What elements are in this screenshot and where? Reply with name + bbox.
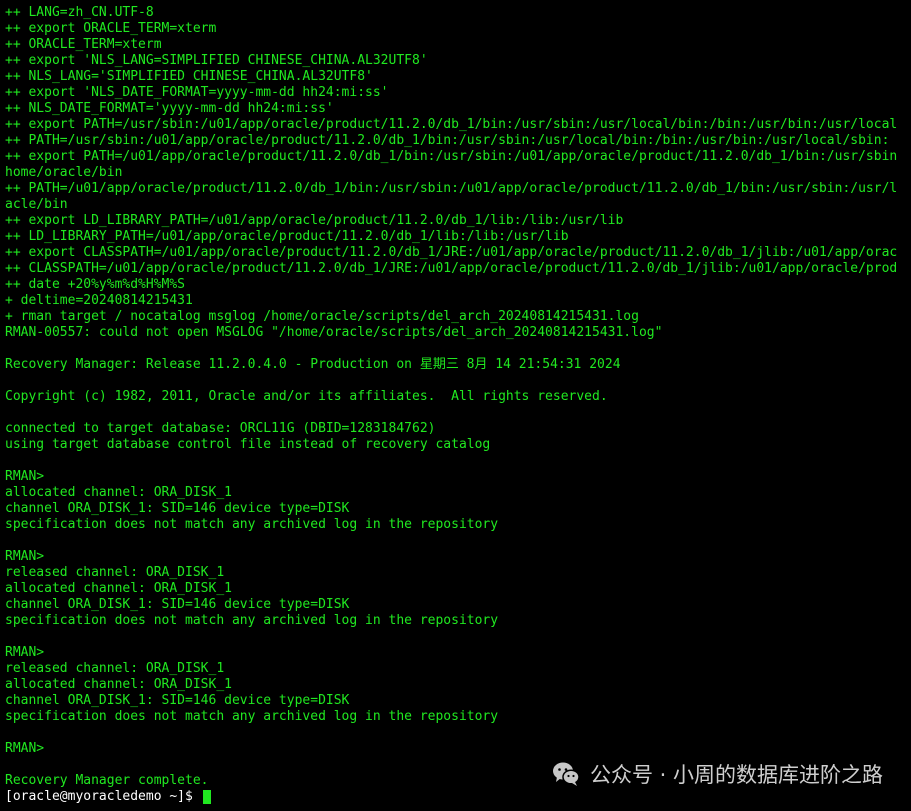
terminal-line: specification does not match any archive…	[5, 613, 499, 628]
terminal-line: allocated channel: ORA_DISK_1	[5, 677, 232, 692]
terminal-line: specification does not match any archive…	[5, 709, 499, 724]
terminal-line: home/oracle/bin	[5, 165, 123, 180]
terminal-line: released channel: ORA_DISK_1	[5, 661, 225, 676]
terminal-line: using target database control file inste…	[5, 437, 491, 452]
shell-prompt-line[interactable]: [oracle@myoracledemo ~]$	[5, 789, 911, 805]
terminal-line: ++ NLS_DATE_FORMAT='yyyy-mm-dd hh24:mi:s…	[5, 101, 334, 116]
terminal-window[interactable]: ++ LANG=zh_CN.UTF-8 ++ export ORACLE_TER…	[0, 0, 911, 811]
terminal-line: ++ CLASSPATH=/u01/app/oracle/product/11.…	[5, 261, 898, 276]
terminal-line: ++ export PATH=/u01/app/oracle/product/1…	[5, 149, 898, 164]
terminal-line: Copyright (c) 1982, 2011, Oracle and/or …	[5, 389, 608, 404]
terminal-line: allocated channel: ORA_DISK_1	[5, 581, 232, 596]
terminal-line: ++ LANG=zh_CN.UTF-8	[5, 5, 154, 20]
terminal-output: ++ LANG=zh_CN.UTF-8 ++ export ORACLE_TER…	[5, 5, 911, 805]
terminal-line: ++ date +20%y%m%d%H%M%S	[5, 277, 186, 292]
shell-prompt: [oracle@myoracledemo ~]$	[5, 789, 201, 804]
terminal-line: connected to target database: ORCL11G (D…	[5, 421, 436, 436]
terminal-line: ++ export PATH=/usr/sbin:/u01/app/oracle…	[5, 117, 898, 132]
terminal-line: ++ PATH=/u01/app/oracle/product/11.2.0/d…	[5, 181, 898, 196]
terminal-line: ++ export 'NLS_LANG=SIMPLIFIED CHINESE_C…	[5, 53, 428, 68]
terminal-line: channel ORA_DISK_1: SID=146 device type=…	[5, 501, 350, 516]
terminal-line: acle/bin	[5, 197, 68, 212]
terminal-line: specification does not match any archive…	[5, 517, 499, 532]
terminal-line: ++ ORACLE_TERM=xterm	[5, 37, 162, 52]
terminal-line: + deltime=20240814215431	[5, 293, 193, 308]
terminal-line: released channel: ORA_DISK_1	[5, 565, 225, 580]
terminal-line: allocated channel: ORA_DISK_1	[5, 485, 232, 500]
terminal-line: Recovery Manager: Release 11.2.0.4.0 - P…	[5, 357, 621, 372]
terminal-line: ++ PATH=/usr/sbin:/u01/app/oracle/produc…	[5, 133, 890, 148]
terminal-line: ++ NLS_LANG='SIMPLIFIED CHINESE_CHINA.AL…	[5, 69, 373, 84]
watermark-text: 公众号 · 小周的数据库进阶之路	[589, 763, 883, 787]
terminal-line: channel ORA_DISK_1: SID=146 device type=…	[5, 597, 350, 612]
terminal-line: RMAN>	[5, 549, 45, 564]
terminal-line: RMAN-00557: could not open MSGLOG "/home…	[5, 325, 663, 340]
terminal-line: RMAN>	[5, 741, 45, 756]
terminal-line: ++ export LD_LIBRARY_PATH=/u01/app/oracl…	[5, 213, 624, 228]
terminal-line: ++ export CLASSPATH=/u01/app/oracle/prod…	[5, 245, 898, 260]
wechat-icon	[552, 762, 580, 786]
terminal-cursor	[202, 790, 211, 804]
terminal-line: + rman target / nocatalog msglog /home/o…	[5, 309, 639, 324]
terminal-line: RMAN>	[5, 469, 45, 484]
terminal-line: channel ORA_DISK_1: SID=146 device type=…	[5, 693, 350, 708]
watermark: 公众号 · 小周的数据库进阶之路	[552, 758, 883, 790]
terminal-line: ++ export 'NLS_DATE_FORMAT=yyyy-mm-dd hh…	[5, 85, 389, 100]
terminal-line: ++ LD_LIBRARY_PATH=/u01/app/oracle/produ…	[5, 229, 569, 244]
terminal-line: RMAN>	[5, 645, 45, 660]
terminal-line: ++ export ORACLE_TERM=xterm	[5, 21, 217, 36]
